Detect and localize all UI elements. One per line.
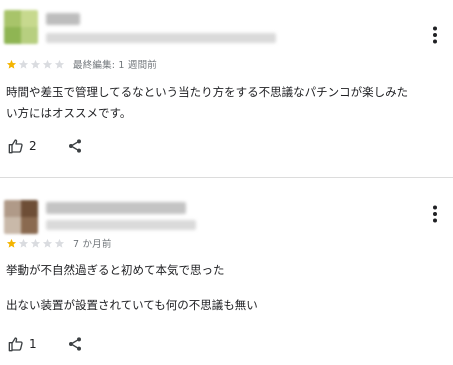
review-text-line: 時間や差玉で管理してるなという当たり方をする不思議なパチンコが楽しみた <box>6 85 409 99</box>
like-button[interactable]: 2 <box>8 138 37 154</box>
like-button[interactable]: 1 <box>8 336 37 352</box>
star-empty-icon <box>54 59 65 69</box>
star-filled-icon <box>6 238 17 248</box>
reviewer-name-blurred[interactable] <box>46 202 186 214</box>
star-empty-icon <box>42 59 53 69</box>
reviewer-name-blurred[interactable] <box>46 13 80 25</box>
review-card: 最終編集: 1 週間前 時間や差玉で管理してるなという当たり方をする不思議なパチ… <box>0 0 453 176</box>
review-actions: 2 <box>8 136 83 156</box>
star-rating <box>6 59 65 70</box>
reviewer-info-blurred <box>46 33 276 43</box>
review-actions: 1 <box>8 334 83 354</box>
share-button[interactable] <box>67 138 83 154</box>
like-count: 2 <box>29 139 37 153</box>
review-date: 最終編集: 1 週間前 <box>73 60 157 71</box>
divider <box>0 177 453 178</box>
star-empty-icon <box>54 238 65 248</box>
thumb-up-icon <box>8 337 23 352</box>
star-empty-icon <box>42 238 53 248</box>
thumb-up-icon <box>8 139 23 154</box>
share-icon <box>68 337 81 351</box>
star-rating <box>6 238 65 249</box>
star-empty-icon <box>30 238 41 248</box>
more-options-button[interactable] <box>423 202 447 226</box>
review-text-line: い方にはオススメです。 <box>6 106 132 120</box>
star-empty-icon <box>30 59 41 69</box>
share-button[interactable] <box>67 336 83 352</box>
more-vert-icon <box>433 205 437 223</box>
more-options-button[interactable] <box>423 23 447 47</box>
rating-row: 最終編集: 1 週間前 <box>6 57 157 71</box>
share-icon <box>68 139 81 153</box>
star-filled-icon <box>6 59 17 69</box>
review-date: 7 か月前 <box>73 239 112 250</box>
like-count: 1 <box>29 337 37 351</box>
review-card: 7 か月前 挙動が不自然過ぎると初めて本気で思った 出ない装置が設置されていても… <box>0 182 453 365</box>
review-text-line: 挙動が不自然過ぎると初めて本気で思った <box>6 263 225 277</box>
avatar[interactable] <box>4 10 38 44</box>
avatar[interactable] <box>4 200 38 234</box>
more-vert-icon <box>433 26 437 44</box>
review-text: 時間や差玉で管理してるなという当たり方をする不思議なパチンコが楽しみた い方には… <box>6 82 446 124</box>
star-empty-icon <box>18 238 29 248</box>
reviewer-info-blurred <box>46 220 196 230</box>
star-empty-icon <box>18 59 29 69</box>
rating-row: 7 か月前 <box>6 236 112 250</box>
review-text-line: 出ない装置が設置されていても何の不思議も無い <box>6 298 258 312</box>
